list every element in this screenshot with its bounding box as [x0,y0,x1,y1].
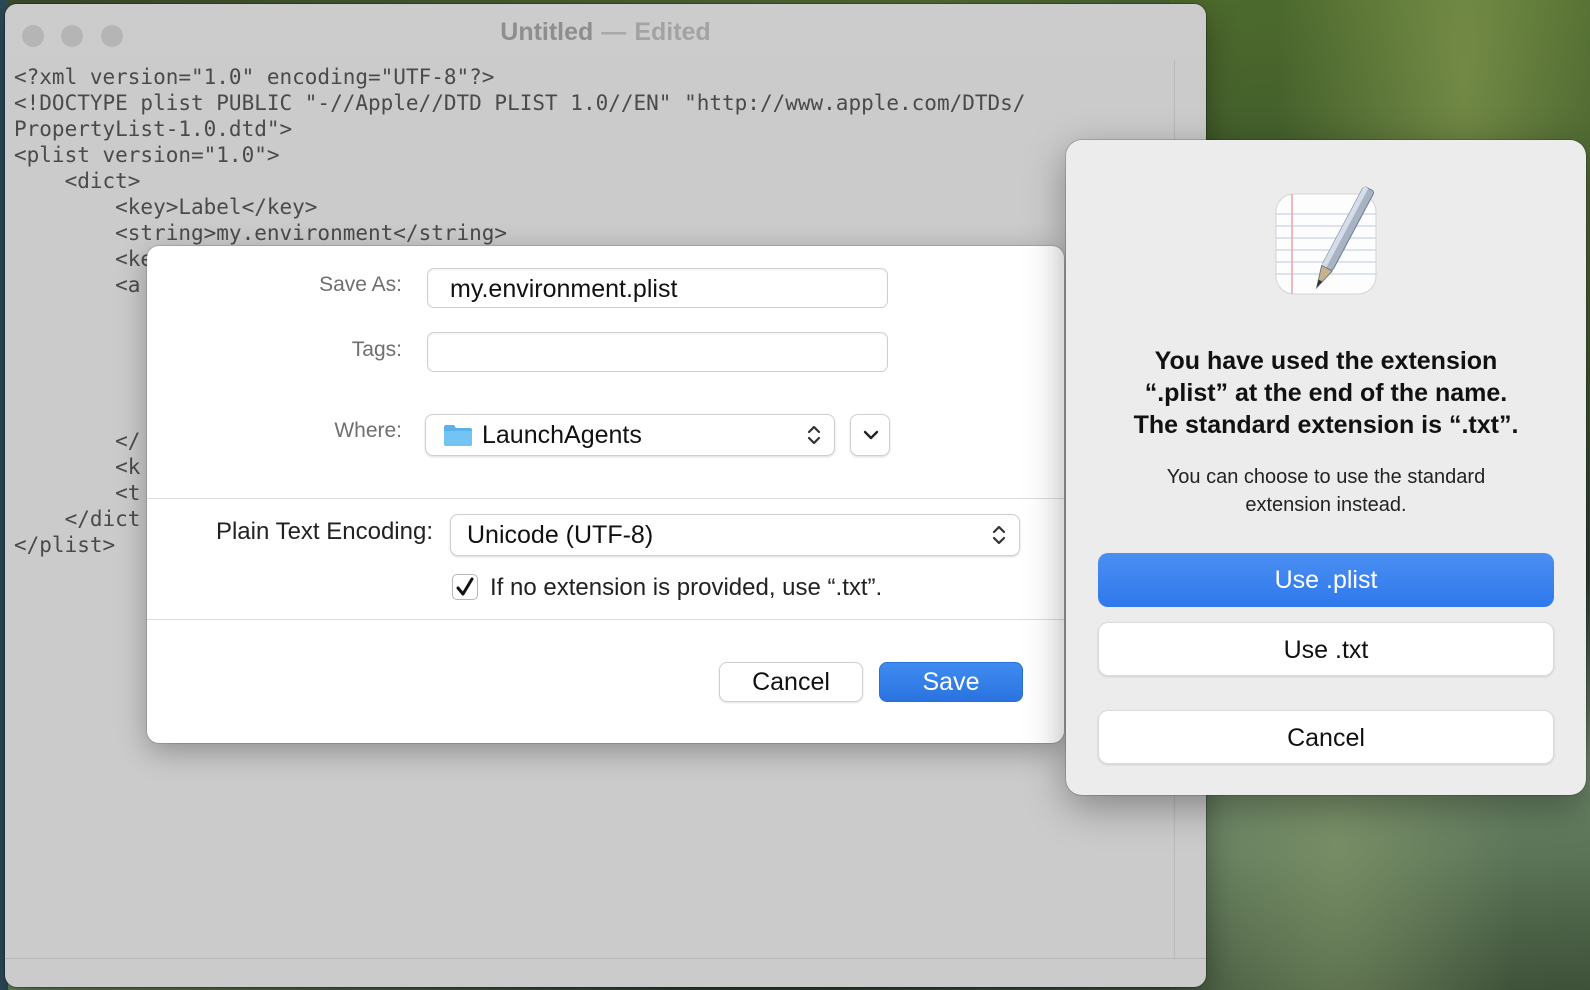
document-line: </dict [14,507,141,531]
document-line: <t [14,481,141,505]
sheet-divider-top [147,498,1064,499]
encoding-popup[interactable]: Unicode (UTF-8) [450,514,1020,556]
chevron-down-icon [863,430,879,440]
document-line: <?xml version="1.0" encoding="UTF-8"?> [14,65,495,89]
alert-cancel-button[interactable]: Cancel [1098,710,1554,764]
title-bar[interactable]: Untitled — Edited [5,4,1206,58]
save-as-field[interactable]: my.environment.plist [427,268,888,308]
save-as-label: Save As: [319,273,402,296]
save-sheet: Save As: my.environment.plist Tags: Wher… [147,246,1064,743]
where-value: LaunchAgents [482,421,642,449]
document-line: </plist> [14,533,116,557]
extension-alert: You have used the extension “.plist” at … [1066,140,1586,795]
tags-label: Tags: [351,338,402,361]
window-title: Untitled — Edited [5,18,1206,47]
alert-message: You can choose to use the standard exten… [1166,466,1486,516]
up-down-arrows-icon [807,425,821,445]
document-line: <dict> [14,169,141,193]
edited-status: Edited [634,18,711,46]
sheet-divider-bottom [147,619,1064,620]
encoding-label: Plain Text Encoding: [215,518,433,545]
use-txt-checkbox-label[interactable]: If no extension is provided, use “.txt”. [490,574,882,602]
horizontal-scroll-divider [5,958,1206,959]
folder-icon [444,425,472,446]
where-label: Where: [334,419,402,442]
alert-title: You have used the extension “.plist” at … [1133,347,1519,439]
document-line: <key>Label</key> [14,195,318,219]
document-name: Untitled [500,18,594,46]
checkmark-icon [456,577,474,596]
document-line: <a [14,273,141,297]
document-line: <string>my.environment</string> [14,221,508,245]
use-txt-checkbox[interactable] [452,574,478,600]
use-plist-button[interactable]: Use .plist [1098,553,1554,607]
document-line: </ [14,429,141,453]
document-line: <!DOCTYPE plist PUBLIC "-//Apple//DTD PL… [14,91,1026,115]
cancel-button[interactable]: Cancel [719,662,863,702]
save-button[interactable]: Save [879,662,1023,702]
document-line: PropertyList-1.0.dtd"> [14,117,293,141]
expand-browser-button[interactable] [850,414,890,456]
title-separator: — [601,18,627,46]
textedit-app-icon [1275,185,1377,295]
where-popup[interactable]: LaunchAgents [425,414,835,456]
up-down-arrows-icon [992,525,1006,545]
encoding-value: Unicode (UTF-8) [467,521,654,549]
tags-field[interactable] [427,332,888,372]
document-line: <k [14,455,141,479]
document-line: <plist version="1.0"> [14,143,280,167]
document-line: <ke [14,247,154,271]
use-txt-button[interactable]: Use .txt [1098,622,1554,676]
